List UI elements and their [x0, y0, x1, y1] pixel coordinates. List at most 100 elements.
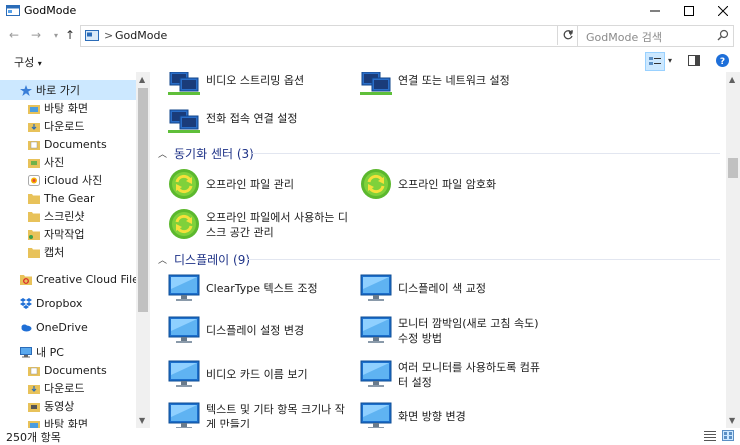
large-icons-view-icon[interactable]: [722, 430, 734, 441]
navigation-pane: 바로 가기 바탕 화면 📌 다운로드 📌 Documents 📌 사진 📌 iC…: [0, 72, 136, 428]
list-item[interactable]: 모니터 깜박임(새로 고침 속도) 수정 방법: [360, 314, 550, 350]
close-button[interactable]: [706, 0, 740, 22]
sidebar-item-pc-videos[interactable]: 동영상: [0, 396, 136, 416]
list-item[interactable]: 연결 또는 네트워크 설정: [360, 72, 550, 100]
list-item[interactable]: 오프라인 파일에서 사용하는 디스크 공간 관리: [168, 208, 358, 244]
organize-button[interactable]: 구성 ▾: [14, 54, 42, 70]
sidebar-item-pc-documents[interactable]: Documents: [0, 360, 136, 380]
monitor-icon: [360, 360, 392, 387]
list-item[interactable]: ClearType 텍스트 조정: [168, 272, 358, 308]
sidebar-item-label: OneDrive: [36, 320, 88, 334]
folder-icon: [28, 193, 40, 204]
list-item-label: ClearType 텍스트 조정: [206, 282, 318, 295]
content-scrollbar[interactable]: ▲ ▼: [726, 72, 740, 428]
preview-pane-button[interactable]: [686, 52, 702, 69]
navigation-scrollbar[interactable]: ▲ ▼: [136, 72, 150, 428]
sidebar-item-documents[interactable]: Documents 📌: [0, 134, 136, 154]
sidebar-item-icloud-photos[interactable]: iCloud 사진 📌: [0, 170, 136, 190]
sidebar-item-the-gear[interactable]: The Gear: [0, 188, 136, 208]
sidebar-item-label: Documents: [44, 137, 107, 151]
preview-pane-icon: [688, 55, 700, 66]
pictures-folder-icon: [28, 158, 40, 168]
sidebar-item-capture[interactable]: 캡처: [0, 242, 136, 262]
sidebar-item-label: iCloud 사진: [44, 174, 103, 187]
collapse-chevron-icon[interactable]: ︿: [158, 147, 167, 160]
list-item[interactable]: 오프라인 파일 관리: [168, 168, 358, 204]
monitor-icon: [168, 316, 200, 343]
sidebar-item-quick-access[interactable]: 바로 가기: [0, 80, 136, 100]
folder-icon: [28, 247, 40, 258]
list-item[interactable]: 전화 접속 연결 설정: [168, 102, 358, 138]
window-title: GodMode: [24, 4, 77, 17]
sidebar-item-desktop[interactable]: 바탕 화면 📌: [0, 98, 136, 118]
list-item[interactable]: 비디오 스트리밍 옵션: [168, 72, 358, 100]
sidebar-item-label: 바로 가기: [36, 84, 80, 97]
sidebar-item-label: 바탕 화면: [44, 418, 88, 428]
videos-folder-icon: [28, 402, 40, 412]
sidebar-item-this-pc[interactable]: 내 PC: [0, 342, 136, 362]
up-button[interactable]: ↑: [62, 27, 78, 43]
documents-folder-icon: [28, 366, 40, 376]
monitor-icon: [168, 274, 200, 301]
chevron-down-icon: ▾: [53, 30, 58, 40]
sidebar-item-label: Documents: [44, 363, 107, 377]
back-button[interactable]: ←: [6, 27, 22, 43]
minimize-button[interactable]: [638, 0, 672, 22]
refresh-button[interactable]: [557, 25, 578, 45]
list-item[interactable]: 텍스트 및 기타 항목 크기나 작게 만들기: [168, 400, 358, 428]
list-item[interactable]: 화면 방향 변경: [360, 400, 550, 428]
scroll-up-icon[interactable]: ▲: [729, 75, 735, 84]
group-divider: [248, 259, 720, 260]
scroll-down-icon[interactable]: ▼: [729, 416, 735, 425]
collapse-chevron-icon[interactable]: ︿: [158, 253, 167, 266]
view-options-button[interactable]: [645, 52, 665, 71]
scroll-up-icon[interactable]: ▲: [139, 75, 145, 84]
sidebar-item-screenshots[interactable]: 스크린샷: [0, 206, 136, 226]
list-item-label: 오프라인 파일에서 사용하는 디스크 공간 관리: [206, 211, 349, 239]
up-arrow-icon: ↑: [64, 28, 76, 42]
back-arrow-icon: ←: [8, 28, 20, 42]
folder-icon: [28, 229, 40, 240]
sidebar-item-label: 캡처: [44, 246, 65, 259]
window-app-icon: [6, 5, 20, 16]
sidebar-item-downloads[interactable]: 다운로드 📌: [0, 116, 136, 136]
forward-button[interactable]: →: [28, 27, 44, 43]
sidebar-item-pc-downloads[interactable]: 다운로드: [0, 378, 136, 398]
scrollbar-thumb[interactable]: [138, 88, 148, 312]
sidebar-item-label: Creative Cloud Files: [36, 272, 136, 286]
list-item[interactable]: 여러 모니터를 사용하도록 컴퓨터 설정: [360, 358, 550, 394]
sidebar-item-dropbox[interactable]: Dropbox: [0, 293, 136, 313]
network-icon: [360, 72, 392, 95]
sidebar-item-onedrive[interactable]: OneDrive: [0, 317, 136, 337]
address-bar[interactable]: > GodMode ▾: [80, 25, 578, 47]
help-button[interactable]: ?: [714, 52, 730, 69]
command-bar: 구성 ▾ ▾ ?: [0, 48, 740, 72]
list-item[interactable]: 비디오 카드 이름 보기: [168, 358, 358, 394]
sidebar-item-subtitles[interactable]: 자막작업: [0, 224, 136, 244]
monitor-icon: [360, 274, 392, 301]
maximize-button[interactable]: [672, 0, 706, 22]
sidebar-item-creative-cloud[interactable]: Creative Cloud Files: [0, 269, 136, 289]
view-dropdown-button[interactable]: ▾: [665, 52, 675, 69]
list-item[interactable]: 디스플레이 색 교정: [360, 272, 550, 308]
sidebar-item-pictures[interactable]: 사진 📌: [0, 152, 136, 172]
monitor-icon: [360, 316, 392, 343]
sync-icon: [361, 169, 391, 199]
sidebar-item-label: 내 PC: [36, 346, 64, 359]
list-item[interactable]: 오프라인 파일 암호화: [360, 168, 550, 204]
item-count: 250개 항목: [6, 431, 61, 444]
search-box[interactable]: GodMode 검색: [577, 25, 734, 47]
sidebar-item-pc-desktop[interactable]: 바탕 화면: [0, 414, 136, 428]
sidebar-item-label: Dropbox: [36, 296, 83, 310]
scroll-down-icon[interactable]: ▼: [139, 416, 145, 425]
list-item[interactable]: 디스플레이 설정 변경: [168, 314, 358, 350]
group-header-display[interactable]: ︿ 디스플레이 (9): [158, 250, 250, 268]
list-item-label: 여러 모니터를 사용하도록 컴퓨터 설정: [398, 361, 541, 389]
status-bar: 250개 항목: [0, 428, 740, 444]
list-item-label: 비디오 카드 이름 보기: [206, 368, 308, 381]
scrollbar-thumb[interactable]: [728, 158, 738, 178]
breadcrumb-godmode[interactable]: GodMode: [115, 29, 167, 42]
group-header-sync-center[interactable]: ︿ 동기화 센터 (3): [158, 144, 254, 162]
list-item-label: 비디오 스트리밍 옵션: [206, 74, 305, 87]
details-view-icon[interactable]: [704, 430, 716, 441]
